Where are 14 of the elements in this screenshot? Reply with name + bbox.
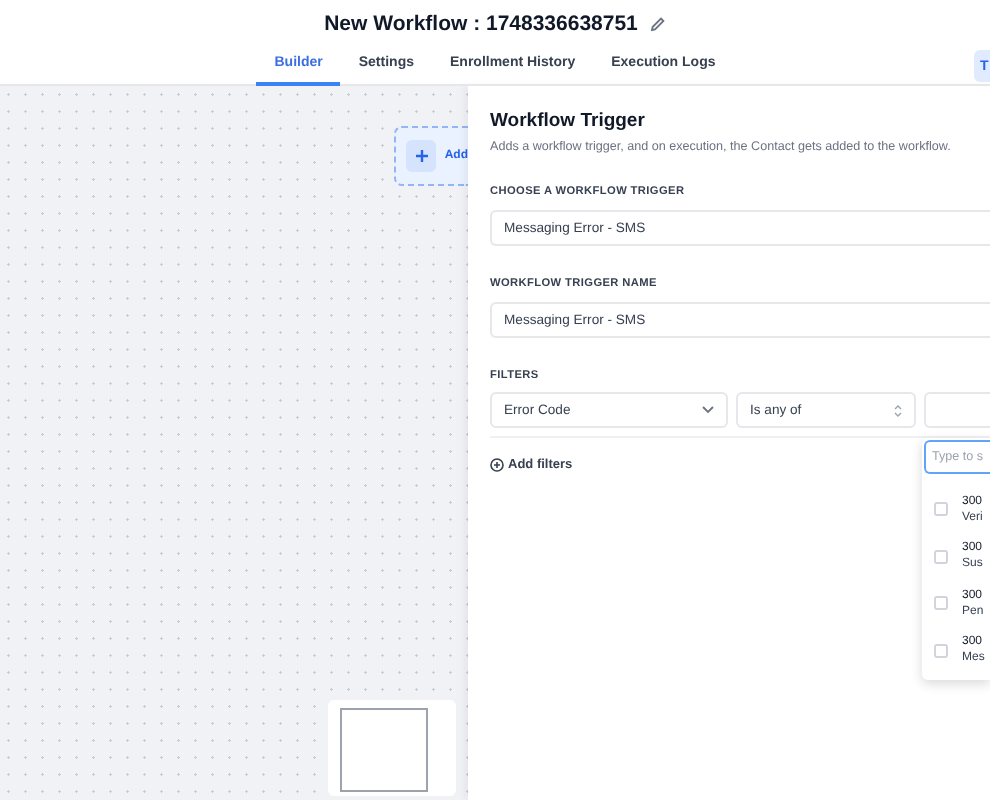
plus-icon: [415, 150, 428, 162]
checkbox[interactable]: [934, 502, 948, 517]
checkbox[interactable]: [934, 549, 948, 564]
chevron-down-icon: [702, 406, 714, 414]
panel-title: Workflow Trigger: [490, 110, 647, 132]
minimap-viewport: [340, 708, 428, 792]
plus-circle-icon: [490, 457, 504, 471]
filter-value-select[interactable]: [924, 392, 990, 428]
plus-button[interactable]: [406, 140, 437, 172]
up-down-chevron-icon: [894, 403, 902, 417]
pencil-icon[interactable]: [649, 16, 666, 32]
checkbox[interactable]: [934, 643, 948, 658]
checkbox[interactable]: [934, 596, 948, 611]
workflow-title: New Workflow : 1748336638751: [324, 12, 638, 36]
